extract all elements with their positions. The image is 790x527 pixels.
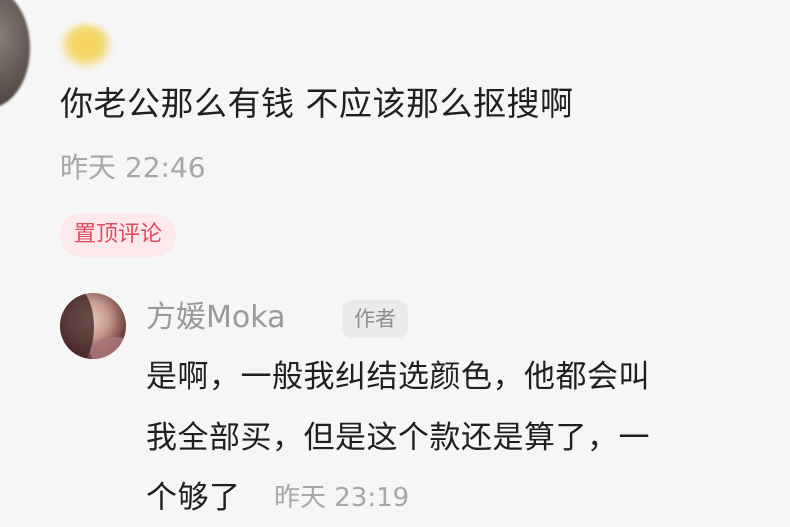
comment-text[interactable]: 你老公那么有钱 不应该那么抠搜啊 [60, 82, 574, 126]
reply-author-avatar[interactable] [60, 293, 126, 359]
sticker-emoji-icon [60, 24, 112, 68]
commenter-avatar[interactable] [0, 0, 30, 108]
reply-timestamp: 昨天 23:19 [274, 483, 410, 513]
comment-thread: 你老公那么有钱 不应该那么抠搜啊 昨天 22:46 置顶评论 方媛Moka 作者… [0, 0, 790, 527]
avatar-image-detail [90, 337, 126, 359]
reply-text-line[interactable]: 是啊，一般我纠结选颜色，他都会叫 [146, 355, 650, 399]
author-badge: 作者 [342, 300, 408, 338]
pinned-comment-badge: 置顶评论 [60, 213, 177, 257]
reply-author-name[interactable]: 方媛Moka [146, 296, 285, 340]
comment-timestamp: 昨天 22:46 [60, 151, 206, 184]
reply-text-line[interactable]: 个够了 [146, 476, 241, 520]
reply-text-line[interactable]: 我全部买，但是这个款还是算了，一 [146, 416, 650, 460]
avatar-image [60, 293, 94, 359]
